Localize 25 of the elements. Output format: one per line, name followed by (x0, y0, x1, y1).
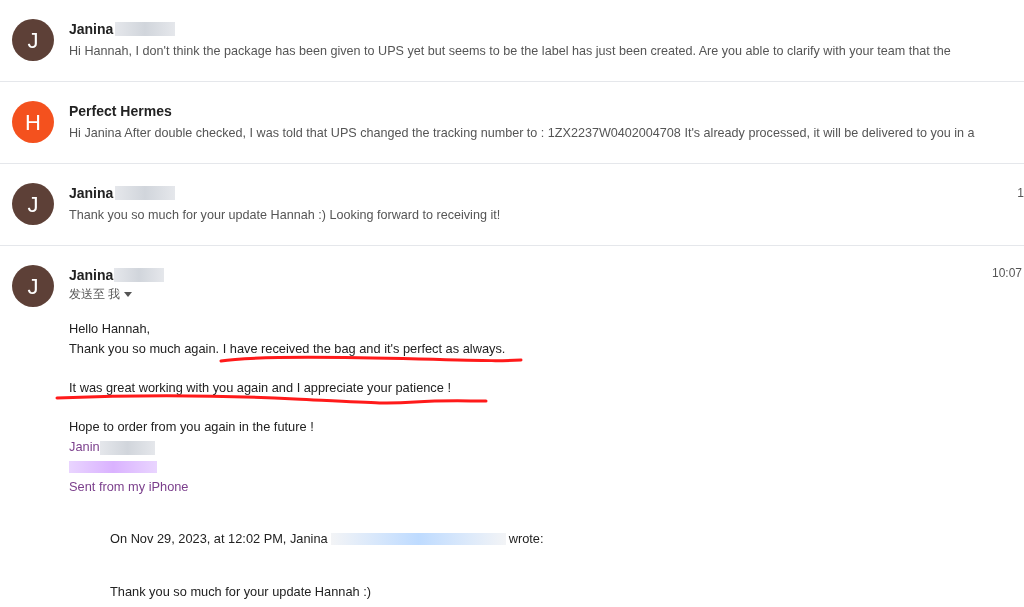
signature-text: Sent from my iPhone (69, 478, 189, 494)
message-snippet[interactable]: Hi Hannah, I don't think the package has been given to UPS yet but seems to be the label has just been created. Are you able to clarify with your team that the (69, 42, 951, 61)
quote-intro: wrote: (508, 530, 544, 549)
avatar[interactable]: J (12, 265, 54, 307)
message-time: 10:07 (991, 265, 1022, 282)
recipient-dropdown[interactable]: 发送至 我 (69, 286, 1024, 302)
quote-intro: On Nov 29, 2023, at 12:02 PM, Janina (110, 530, 328, 549)
body-text: Thank you so much again. I have received the bag and it's perfect as always. (69, 340, 506, 356)
sender-name: Janina (69, 265, 114, 285)
redaction-blur (114, 268, 165, 282)
avatar[interactable]: J (12, 183, 54, 225)
quoted-text: Thank you so much for your update Hannah :) (110, 583, 373, 602)
redaction-blur (99, 440, 155, 455)
body-text: It was great working with you again and I appreciate your patience ! (69, 380, 451, 396)
body-text: Hope to order from you again in the future ! (69, 419, 314, 435)
message-time: 1 (1017, 185, 1024, 202)
message-snippet[interactable]: Hi Janina After double checked, I was told that UPS changed the tracking number to : 1ZX2237W0402004708 It's already processed, it will be delivered to you in a (69, 124, 975, 143)
sender-name: Janina (69, 19, 114, 39)
message-snippet[interactable]: Thank you so much for your update Hannah :) Looking forward to receiving it! (69, 206, 501, 225)
caret-icon (124, 291, 133, 297)
avatar[interactable]: J (12, 19, 54, 61)
body-text: Hello Hannah, (69, 321, 151, 336)
signature-text: Janin (69, 439, 100, 455)
sender-name: Janina (69, 183, 114, 203)
sender-name: Perfect Hermes (69, 101, 172, 121)
